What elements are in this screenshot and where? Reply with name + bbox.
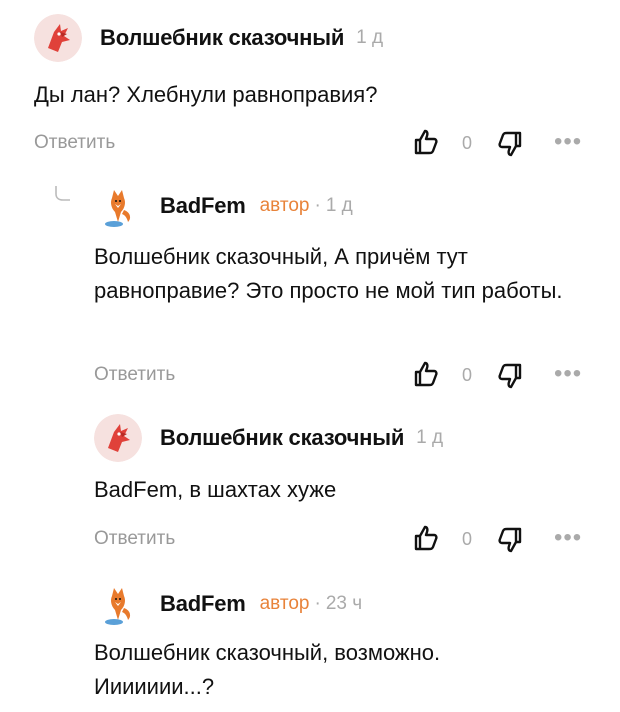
like-button[interactable] <box>412 524 440 557</box>
like-count: 0 <box>462 133 473 153</box>
comment-actions: Ответить 0 ••• <box>0 360 620 390</box>
comment-text: Волшебник сказочный, А причём тут равноп… <box>94 244 563 303</box>
timestamp: 1 д <box>356 27 384 48</box>
dislike-button[interactable] <box>496 526 524 559</box>
fox-icon <box>94 182 142 230</box>
red-bird-icon <box>34 14 82 62</box>
avatar[interactable] <box>94 182 142 230</box>
comment-actions: Ответить 0 ••• <box>0 524 620 554</box>
author-name[interactable]: Волшебник сказочный <box>160 425 404 451</box>
thumbs-down-icon <box>498 527 522 553</box>
separator-dot: · <box>314 593 321 614</box>
like-button[interactable] <box>412 128 440 161</box>
reply-button[interactable]: Ответить <box>94 528 175 550</box>
more-options-button[interactable]: ••• <box>554 524 582 552</box>
more-options-button[interactable]: ••• <box>554 360 582 388</box>
comment-text: BadFem, в шахтах хуже <box>94 477 337 502</box>
timestamp: 1 д <box>416 427 444 448</box>
author-name[interactable]: BadFem <box>160 193 246 219</box>
reply-button[interactable]: Ответить <box>34 132 115 154</box>
thumbs-down-icon <box>498 131 522 157</box>
like-count: 0 <box>462 365 473 385</box>
more-options-button[interactable]: ••• <box>554 128 582 156</box>
dislike-button[interactable] <box>496 362 524 395</box>
dislike-button[interactable] <box>496 130 524 163</box>
comment-text: Волшебник сказочный, возможно. Иииииии..… <box>94 640 441 699</box>
reply-thread-icon <box>55 186 70 201</box>
author-badge: автор <box>259 195 310 216</box>
fox-icon <box>94 580 142 628</box>
thumbs-up-icon <box>414 361 438 387</box>
avatar[interactable] <box>34 14 82 62</box>
author-badge: автор <box>259 593 310 614</box>
like-count: 0 <box>462 529 473 549</box>
comment-text: Ды лан? Хлебнули равноправия? <box>34 82 378 107</box>
like-button[interactable] <box>412 360 440 393</box>
thumbs-up-icon <box>414 129 438 155</box>
comment-header: Волшебник сказочный 1 д <box>94 414 443 462</box>
red-bird-icon <box>94 414 142 462</box>
thumbs-down-icon <box>498 363 522 389</box>
avatar[interactable] <box>94 580 142 628</box>
comment-actions: Ответить 0 ••• <box>0 128 620 158</box>
avatar[interactable] <box>94 414 142 462</box>
reply-button[interactable]: Ответить <box>94 364 175 386</box>
author-name[interactable]: BadFem <box>160 591 246 617</box>
comment-header: Волшебник сказочный 1 д <box>34 14 383 62</box>
thumbs-up-icon <box>414 525 438 551</box>
separator-dot: · <box>314 195 321 216</box>
timestamp: 23 ч <box>325 593 363 614</box>
timestamp: 1 д <box>325 195 353 216</box>
comment-header: BadFem автор · 1 д <box>94 182 353 230</box>
author-name[interactable]: Волшебник сказочный <box>100 25 344 51</box>
comment-header: BadFem автор · 23 ч <box>94 580 362 628</box>
